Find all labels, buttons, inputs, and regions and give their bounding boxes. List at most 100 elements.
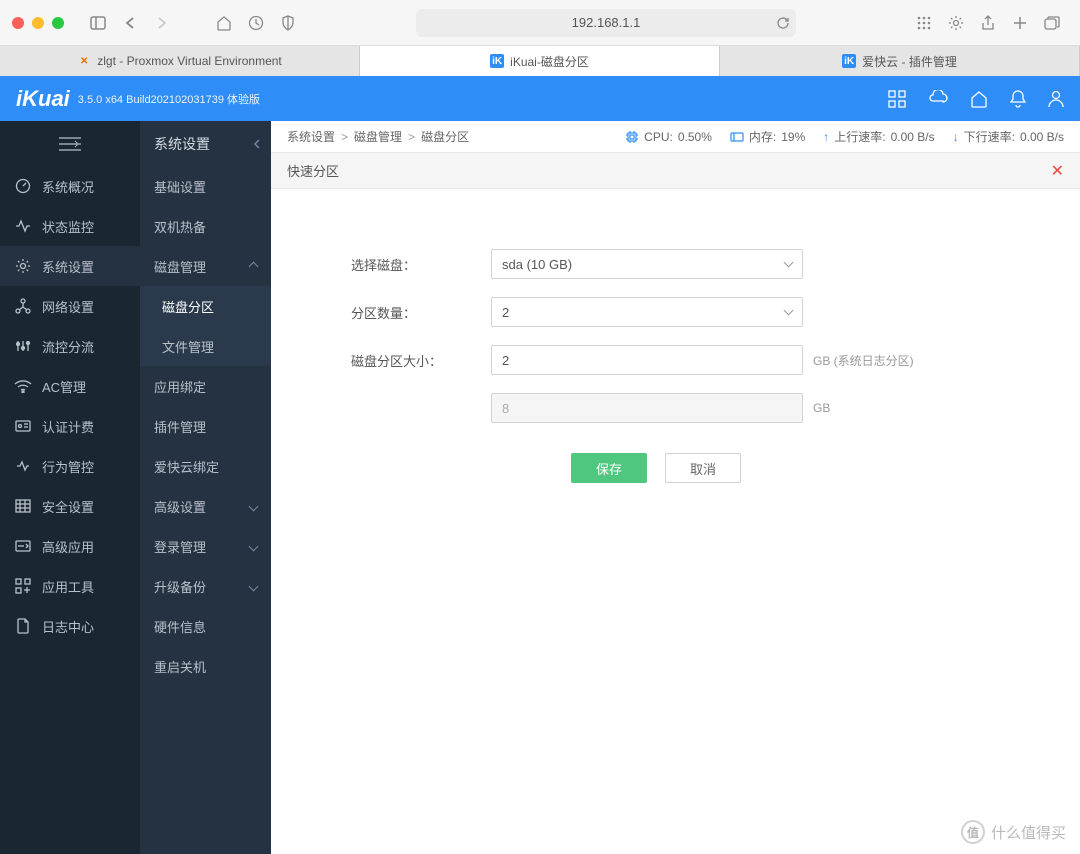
select-disk-dropdown[interactable]: sda (10 GB) [491, 249, 803, 279]
secondary-sidebar: 系统设置 基础设置双机热备磁盘管理磁盘分区文件管理应用绑定插件管理爱快云绑定高级… [140, 121, 271, 854]
breadcrumb-sep: > [341, 130, 348, 144]
sidebar2-item-10[interactable]: 升级备份 [140, 566, 271, 606]
breadcrumb-sep: > [408, 130, 415, 144]
mem-label: 内存: [749, 128, 776, 145]
user-icon[interactable] [1048, 90, 1064, 108]
breadcrumb-item[interactable]: 磁盘分区 [421, 128, 469, 145]
sidebar2-item-4[interactable]: 文件管理 [140, 326, 271, 366]
url-input[interactable]: 192.168.1.1 [416, 9, 796, 37]
back-button[interactable] [116, 9, 144, 37]
bell-icon[interactable] [1010, 90, 1026, 108]
sidebar2-item-3[interactable]: 磁盘分区 [140, 286, 271, 326]
browser-tab-1[interactable]: iK iKuai-磁盘分区 [360, 46, 720, 76]
sidebar2-item-9[interactable]: 登录管理 [140, 526, 271, 566]
content-area: 系统设置 > 磁盘管理 > 磁盘分区 CPU: 0.50% 内存: 19% ↑上… [271, 121, 1080, 854]
url-text: 192.168.1.1 [572, 15, 641, 30]
sidebar1-item-0[interactable]: 系统概况 [0, 166, 140, 206]
cancel-button[interactable]: 取消 [665, 453, 741, 483]
sidebar1-item-11[interactable]: 日志中心 [0, 606, 140, 646]
browser-tabs: ✕ zlgt - Proxmox Virtual Environment iK … [0, 46, 1080, 76]
gear-icon [14, 258, 32, 274]
home-header-icon[interactable] [970, 90, 988, 108]
sidebar2-item-6[interactable]: 插件管理 [140, 406, 271, 446]
partition-form: 选择磁盘： sda (10 GB) 分区数量： 2 磁盘分区大小： 2 GB (… [271, 189, 1080, 483]
sidebar2-item-12[interactable]: 重启关机 [140, 646, 271, 686]
security-icon [14, 499, 32, 513]
browser-titlebar: 192.168.1.1 [0, 0, 1080, 46]
close-window-button[interactable] [12, 17, 24, 29]
cpu-value: 0.50% [678, 130, 712, 144]
partition-size-1-input[interactable]: 2 [491, 345, 803, 375]
tabs-overview-icon[interactable] [1038, 9, 1066, 37]
behavior-icon [14, 459, 32, 473]
share-icon[interactable] [974, 9, 1002, 37]
ikuai-icon: iK [490, 54, 504, 68]
sidebar2-item-11[interactable]: 硬件信息 [140, 606, 271, 646]
browser-tab-0[interactable]: ✕ zlgt - Proxmox Virtual Environment [0, 46, 360, 76]
history-icon[interactable] [242, 9, 270, 37]
ikuai-icon: iK [842, 54, 856, 68]
new-tab-icon[interactable] [1006, 9, 1034, 37]
sidebar1-item-9[interactable]: 高级应用 [0, 526, 140, 566]
sidebar1-item-10[interactable]: 应用工具 [0, 566, 140, 606]
settings-icon[interactable] [942, 9, 970, 37]
sidebar1-item-5[interactable]: AC管理 [0, 366, 140, 406]
sidebar1-item-6[interactable]: 认证计费 [0, 406, 140, 446]
sidebar1-item-4[interactable]: 流控分流 [0, 326, 140, 366]
sidebar1-item-8[interactable]: 安全设置 [0, 486, 140, 526]
cpu-label: CPU: [644, 130, 673, 144]
save-button[interactable]: 保存 [571, 453, 647, 483]
apps-icon[interactable] [888, 90, 906, 108]
forward-button[interactable] [148, 9, 176, 37]
partition-count-dropdown[interactable]: 2 [491, 297, 803, 327]
down-value: 0.00 B/s [1020, 130, 1064, 144]
sidebar2-item-0[interactable]: 基础设置 [140, 166, 271, 206]
flow-icon [14, 339, 32, 353]
sidebar1-item-2[interactable]: 系统设置 [0, 246, 140, 286]
down-label: 下行速率: [964, 128, 1015, 145]
dashboard-icon [14, 178, 32, 194]
sidebar1-item-3[interactable]: 网络设置 [0, 286, 140, 326]
sidebar1-item-7[interactable]: 行为管控 [0, 446, 140, 486]
monitor-icon [14, 219, 32, 233]
breadcrumb-item[interactable]: 磁盘管理 [354, 128, 402, 145]
partition-size-label: 磁盘分区大小： [351, 351, 491, 370]
sidebar1-item-1[interactable]: 状态监控 [0, 206, 140, 246]
minimize-window-button[interactable] [32, 17, 44, 29]
wifi-icon [14, 379, 32, 393]
sidebar2-item-7[interactable]: 爱快云绑定 [140, 446, 271, 486]
partition-size-2-input: 8 [491, 393, 803, 423]
close-icon[interactable]: ✕ [1051, 161, 1064, 181]
shield-icon[interactable] [274, 9, 302, 37]
collapse-icon[interactable] [253, 138, 261, 150]
partition-size-1-suffix: GB (系统日志分区) [813, 352, 914, 369]
menu-toggle-icon[interactable] [0, 121, 140, 166]
sidebar-toggle-icon[interactable] [84, 9, 112, 37]
tab-label: 爱快云 - 插件管理 [862, 53, 957, 70]
maximize-window-button[interactable] [52, 17, 64, 29]
app-version: 3.5.0 x64 Build202102031739 体验版 [78, 91, 260, 107]
sidebar2-item-8[interactable]: 高级设置 [140, 486, 271, 526]
cloud-icon[interactable] [928, 90, 948, 108]
grid-icon[interactable] [910, 9, 938, 37]
sidebar2-item-5[interactable]: 应用绑定 [140, 366, 271, 406]
advanced-icon [14, 539, 32, 553]
sidebar2-title: 系统设置 [140, 121, 271, 166]
download-icon: ↓ [953, 130, 959, 144]
panel-header: 快速分区 ✕ [271, 153, 1080, 189]
refresh-icon[interactable] [776, 16, 790, 30]
breadcrumb-item[interactable]: 系统设置 [287, 128, 335, 145]
partition-count-label: 分区数量： [351, 303, 491, 322]
partition-size-2-suffix: GB [813, 401, 830, 415]
window-controls [12, 17, 64, 29]
browser-tab-2[interactable]: iK 爱快云 - 插件管理 [720, 46, 1080, 76]
watermark: 值 什么值得买 [961, 820, 1066, 844]
sidebar2-item-1[interactable]: 双机热备 [140, 206, 271, 246]
primary-sidebar: 系统概况状态监控系统设置网络设置流控分流AC管理认证计费行为管控安全设置高级应用… [0, 121, 140, 854]
breadcrumb-bar: 系统设置 > 磁盘管理 > 磁盘分区 CPU: 0.50% 内存: 19% ↑上… [271, 121, 1080, 153]
upload-icon: ↑ [823, 130, 829, 144]
tools-icon [14, 578, 32, 594]
sidebar2-item-2[interactable]: 磁盘管理 [140, 246, 271, 286]
home-icon[interactable] [210, 9, 238, 37]
select-disk-label: 选择磁盘： [351, 255, 491, 274]
